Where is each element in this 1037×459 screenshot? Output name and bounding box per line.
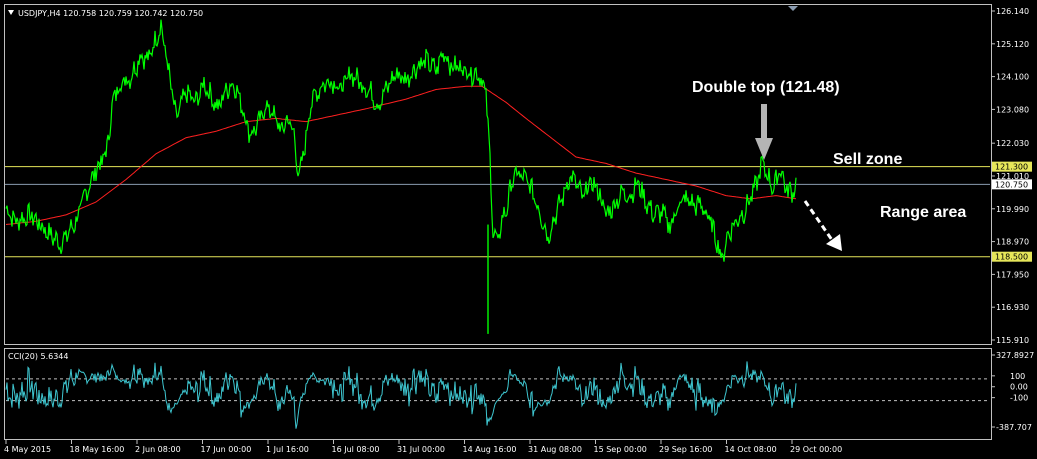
- cci-tick-label: -387.707: [996, 423, 1032, 432]
- time-tick-label: 16 Jul 08:00: [332, 445, 380, 454]
- price-series-layer: [5, 19, 797, 334]
- time-tick-label: 18 May 16:00: [70, 445, 125, 454]
- price-tick-label: 115.910: [996, 336, 1029, 345]
- price-tick-label: 116.930: [996, 303, 1029, 312]
- cci-line: [5, 361, 797, 429]
- cci-tick-label: 327.8927: [996, 351, 1034, 360]
- time-tick-label: 29 Oct 00:00: [790, 445, 842, 454]
- triangle-down-icon[interactable]: [8, 10, 14, 15]
- double-top-arrow: [755, 104, 773, 160]
- price-axis: 126.140125.120124.100123.080122.030121.0…: [991, 7, 1029, 345]
- double-top-annotation: Double top (121.48): [692, 79, 840, 96]
- main-chart-title: USDJPY,H4 120.758 120.759 120.742 120.75…: [18, 9, 203, 18]
- price-tick-label: 117.950: [996, 270, 1029, 279]
- sell-zone-annotation: Sell zone: [833, 151, 902, 168]
- breakdown-arrow: [803, 200, 842, 251]
- time-tick-label: 4 May 2015: [4, 445, 51, 454]
- chart-canvas: USDJPY,H4 120.758 120.759 120.742 120.75…: [4, 4, 1034, 454]
- price-tick-label: 118.970: [996, 238, 1029, 247]
- price-tick-label: 125.120: [996, 40, 1029, 49]
- time-tick-label: 14 Oct 08:00: [725, 445, 777, 454]
- time-tick-label: 15 Sep 00:00: [594, 445, 647, 454]
- cci-panel-frame: [4, 348, 992, 440]
- time-tick-label: 29 Sep 16:00: [659, 445, 712, 454]
- cci-title: CCI(20) 5.6344: [8, 352, 69, 361]
- time-tick-label: 14 Aug 16:00: [463, 445, 517, 454]
- cci-axis: 327.8927 100 0.00 -100 -387.707: [991, 351, 1034, 432]
- time-tick-label: 2 Jun 08:00: [135, 445, 181, 454]
- current-price-tag: 120.750: [995, 180, 1028, 189]
- price-tick-label: 126.140: [996, 7, 1029, 16]
- cci-tick-label: 0.00: [1010, 383, 1028, 392]
- time-axis: 4 May 2015 18 May 16:00 2 Jun 08:00 17 Jun …: [4, 440, 842, 454]
- level-tag-upper: 121.300: [995, 163, 1028, 172]
- price-tick-label: 124.100: [996, 73, 1029, 82]
- moving-average-line: [5, 85, 797, 225]
- chart-shift-marker-icon[interactable]: [788, 6, 798, 11]
- level-tag-lower: 118.500: [995, 253, 1028, 262]
- price-line: [5, 19, 797, 262]
- price-tick-label: 123.080: [996, 105, 1029, 114]
- moving-average-layer: [5, 85, 797, 225]
- time-tick-label: 31 Aug 08:00: [528, 445, 582, 454]
- price-tick-label: 122.030: [996, 139, 1029, 148]
- time-tick-label: 31 Jul 00:00: [397, 445, 445, 454]
- price-tick-label: 119.990: [996, 205, 1029, 214]
- time-tick-label: 1 Jul 16:00: [266, 445, 309, 454]
- time-tick-label: 17 Jun 00:00: [201, 445, 252, 454]
- horizontal-levels: [5, 166, 990, 258]
- cci-tick-label: 100: [1010, 372, 1025, 381]
- cci-tick-label: -100: [1010, 394, 1028, 403]
- range-area-annotation: Range area: [880, 204, 966, 221]
- cci-series-layer: [5, 361, 990, 429]
